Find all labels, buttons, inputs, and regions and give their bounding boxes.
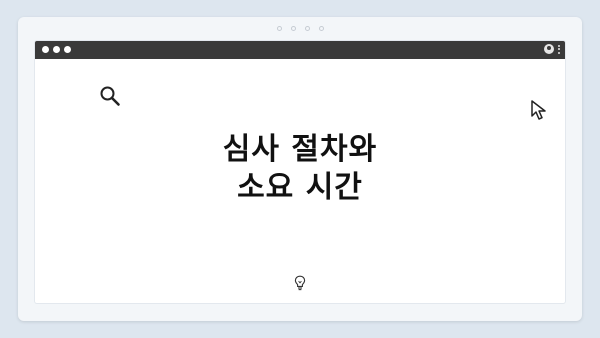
window-content: 심사 절차와 소요 시간 bbox=[35, 59, 565, 303]
lightbulb-icon bbox=[294, 275, 306, 295]
maximize-dot[interactable] bbox=[64, 46, 71, 53]
window-controls bbox=[42, 46, 71, 53]
title-line-2: 소요 시간 bbox=[237, 170, 363, 205]
minimize-dot[interactable] bbox=[53, 46, 60, 53]
search-icon[interactable] bbox=[99, 85, 121, 111]
titlebar-actions bbox=[544, 44, 560, 54]
outer-frame: 심사 절차와 소요 시간 bbox=[18, 17, 582, 321]
browser-window: 심사 절차와 소요 시간 bbox=[35, 41, 565, 303]
dot bbox=[276, 26, 282, 31]
window-titlebar bbox=[35, 41, 565, 59]
user-icon[interactable] bbox=[544, 44, 554, 54]
top-dots bbox=[18, 26, 582, 31]
dot bbox=[304, 26, 310, 31]
page-title: 심사 절차와 소요 시간 bbox=[35, 131, 565, 207]
dot bbox=[290, 26, 296, 31]
kebab-menu-icon[interactable] bbox=[558, 44, 560, 54]
title-line-1: 심사 절차와 bbox=[222, 132, 378, 167]
dot bbox=[318, 26, 324, 31]
close-dot[interactable] bbox=[42, 46, 49, 53]
cursor-icon bbox=[529, 99, 549, 125]
